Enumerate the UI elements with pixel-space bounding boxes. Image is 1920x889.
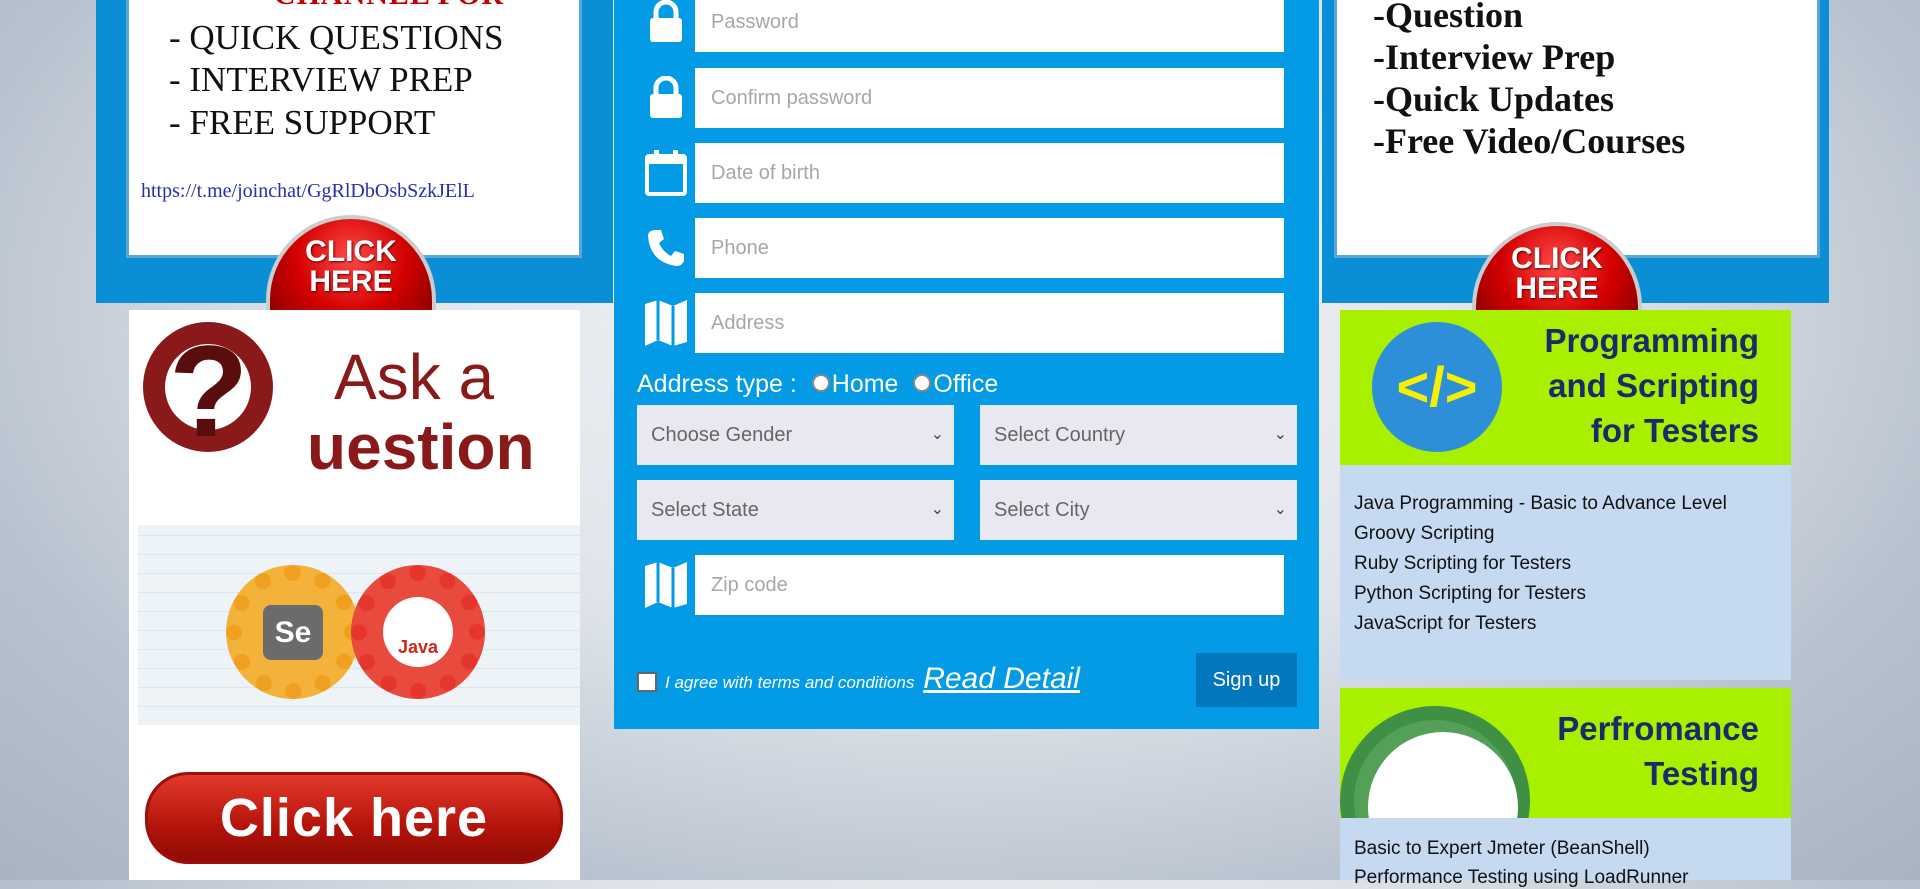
sign-up-button[interactable]: Sign up (1196, 653, 1297, 707)
password-field[interactable]: Password (637, 0, 1284, 52)
state-select-value: Select State (651, 499, 759, 521)
gender-select-value: Choose Gender (651, 424, 793, 446)
chevron-down-icon: ⌄ (1273, 501, 1287, 518)
gender-select[interactable]: Choose Gender ⌄ (637, 405, 954, 465)
programming-card-header: </> Programming and Scripting for Tester… (1340, 310, 1791, 465)
read-detail-link[interactable]: Read Detail (923, 662, 1080, 695)
phone-placeholder: Phone (711, 237, 769, 259)
telegram-line: - FREE SUPPORT (169, 103, 436, 142)
telegram-link[interactable]: https://t.me/joinchat/GgRlDbOsbSzkJElL (141, 180, 475, 203)
terms-checkbox[interactable] (637, 671, 657, 692)
zip-code-placeholder: Zip code (711, 574, 788, 596)
lock-icon (637, 0, 695, 52)
updates-line: -Interview Prep (1373, 37, 1616, 77)
city-select[interactable]: Select City ⌄ (980, 480, 1297, 540)
address-field[interactable]: Address (637, 293, 1284, 353)
office-radio[interactable] (913, 374, 932, 393)
ask-question-ad[interactable]: ? Ask a uestion Se Java Click here (129, 310, 580, 880)
selenium-logo: Se (263, 605, 323, 660)
course-item[interactable]: Java Programming - Basic to Advance Leve… (1354, 493, 1727, 515)
course-item[interactable]: Groovy Scripting (1354, 523, 1494, 545)
home-radio-label[interactable]: Home (832, 370, 899, 398)
address-type-label: Address type : (637, 370, 797, 398)
updates-banner[interactable]: -Question -Interview Prep -Quick Updates… (1322, 0, 1829, 322)
updates-line: -Quick Updates (1373, 79, 1615, 119)
password-placeholder: Password (711, 11, 799, 33)
date-of-birth-placeholder: Date of birth (711, 162, 820, 184)
address-type-group: Address type : Home Office (637, 370, 998, 399)
click-here-button[interactable]: Click here (145, 772, 563, 864)
updates-line: -Question (1373, 0, 1524, 35)
map-icon (637, 293, 695, 353)
confirm-password-field[interactable]: Confirm password (637, 68, 1284, 128)
state-select[interactable]: Select State ⌄ (637, 480, 954, 540)
performance-card-header: Perfromance Testing (1340, 688, 1791, 818)
java-logo: Java (383, 597, 453, 667)
course-item[interactable]: Basic to Expert Jmeter (BeanShell) (1354, 838, 1650, 860)
updates-line: -Free Video/Courses (1373, 121, 1686, 161)
ask-heading-2: uestion (307, 411, 535, 483)
chevron-down-icon: ⌄ (930, 501, 944, 518)
performance-heading: Perfromance (1557, 710, 1759, 747)
course-item[interactable]: Ruby Scripting for Testers (1354, 553, 1571, 575)
chevron-down-icon: ⌄ (1273, 426, 1287, 443)
programming-heading: for Testers (1590, 412, 1759, 449)
zip-code-field[interactable]: Zip code (637, 555, 1284, 615)
home-radio[interactable] (811, 374, 830, 393)
map-icon (637, 555, 695, 615)
terms-text: I agree with terms and conditions (665, 673, 915, 692)
chevron-down-icon: ⌄ (930, 426, 944, 443)
registration-form: Password Confirm password Date of birth … (614, 0, 1319, 729)
address-placeholder: Address (711, 312, 785, 334)
performance-course-card[interactable]: Perfromance Testing Basic to Expert Jmet… (1340, 688, 1791, 888)
office-radio-label[interactable]: Office (933, 370, 998, 398)
selenium-java-graphic: Se Java (138, 525, 580, 725)
updates-banner-card: -Question -Interview Prep -Quick Updates… (1334, 0, 1820, 258)
terms-row: I agree with terms and conditions Read D… (637, 662, 1080, 696)
code-icon: </> (1372, 322, 1502, 452)
telegram-line: - QUICK QUESTIONS (169, 18, 504, 57)
question-mark-icon: ? (169, 318, 249, 464)
programming-heading: Programming (1544, 322, 1759, 359)
lock-icon (637, 68, 695, 128)
course-item[interactable]: Performance Testing using LoadRunner (1354, 867, 1688, 889)
phone-icon (637, 218, 695, 278)
course-item[interactable]: JavaScript for Testers (1354, 613, 1536, 635)
confirm-password-placeholder: Confirm password (711, 87, 873, 109)
course-item[interactable]: Python Scripting for Testers (1354, 583, 1586, 605)
country-select[interactable]: Select Country ⌄ (980, 405, 1297, 465)
programming-course-card[interactable]: </> Programming and Scripting for Tester… (1340, 310, 1791, 680)
date-of-birth-field[interactable]: Date of birth (637, 143, 1284, 203)
country-select-value: Select Country (994, 424, 1126, 446)
performance-heading: Testing (1644, 755, 1759, 792)
phone-field[interactable]: Phone (637, 218, 1284, 278)
telegram-banner[interactable]: CHANNEL FOR - QUICK QUESTIONS - INTERVIE… (96, 0, 613, 315)
telegram-banner-title: CHANNEL FOR (214, 0, 564, 12)
calendar-icon (637, 143, 695, 203)
telegram-line: - INTERVIEW PREP (169, 60, 473, 99)
programming-heading: and Scripting (1548, 367, 1759, 404)
ask-heading: Ask a (334, 341, 495, 413)
city-select-value: Select City (994, 499, 1090, 521)
